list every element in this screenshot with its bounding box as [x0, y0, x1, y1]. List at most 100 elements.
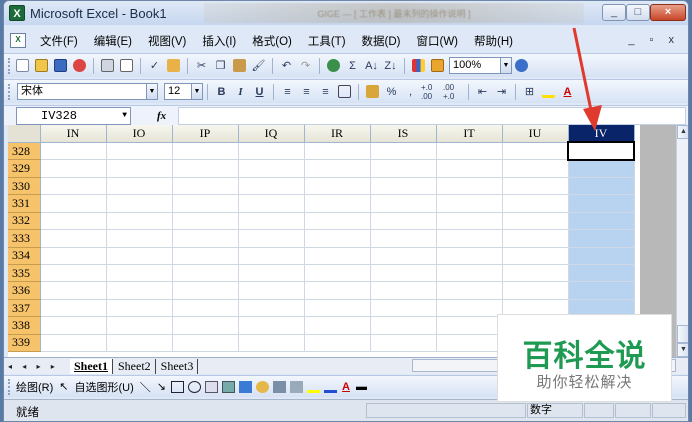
- cell[interactable]: [304, 229, 371, 248]
- cell[interactable]: [436, 142, 503, 161]
- cell[interactable]: [238, 177, 305, 196]
- scroll-down-icon[interactable]: ▼: [677, 343, 688, 357]
- cell[interactable]: [436, 177, 503, 196]
- comma-button[interactable]: ,: [402, 83, 419, 100]
- row-header[interactable]: 330: [8, 177, 41, 196]
- vertical-textbox-icon[interactable]: [222, 380, 235, 393]
- selected-cell[interactable]: [568, 264, 635, 283]
- cell[interactable]: [304, 159, 371, 178]
- cell[interactable]: [436, 334, 503, 353]
- insert-function-icon[interactable]: fx: [157, 110, 166, 122]
- borders-icon[interactable]: ⊞: [521, 83, 538, 100]
- vertical-scrollbar[interactable]: ▲ ▼: [676, 125, 688, 357]
- cell[interactable]: [106, 281, 173, 300]
- cell[interactable]: [172, 177, 239, 196]
- cell[interactable]: [40, 194, 107, 213]
- cell[interactable]: [40, 177, 107, 196]
- toolbar-grip[interactable]: [8, 83, 13, 100]
- cell[interactable]: [436, 299, 503, 318]
- selected-cell[interactable]: [568, 247, 635, 266]
- font-color-icon[interactable]: A: [342, 381, 350, 393]
- cell[interactable]: [238, 264, 305, 283]
- font-size-dropdown-icon[interactable]: ▼: [192, 83, 203, 100]
- cell[interactable]: [40, 316, 107, 335]
- cell[interactable]: [40, 142, 107, 161]
- align-center-icon[interactable]: ≡: [298, 83, 315, 100]
- row-header[interactable]: 329: [8, 159, 41, 178]
- cell[interactable]: [304, 212, 371, 231]
- cell[interactable]: [172, 247, 239, 266]
- new-icon[interactable]: [14, 57, 31, 74]
- cell[interactable]: [370, 264, 437, 283]
- menu-view[interactable]: 视图(V): [140, 33, 194, 49]
- cell[interactable]: [502, 247, 569, 266]
- spelling-icon[interactable]: ✓: [146, 57, 163, 74]
- wordart-icon[interactable]: [239, 380, 252, 393]
- bold-button[interactable]: B: [213, 83, 230, 100]
- row-header[interactable]: 336: [8, 281, 41, 300]
- cell[interactable]: [370, 299, 437, 318]
- format-painter-icon[interactable]: 🖌: [250, 57, 267, 74]
- copy-icon[interactable]: ❐: [212, 57, 229, 74]
- column-header[interactable]: IP: [172, 125, 239, 143]
- cell[interactable]: [172, 334, 239, 353]
- row-header[interactable]: 337: [8, 299, 41, 318]
- line-style-icon[interactable]: ▬: [356, 381, 367, 393]
- cell[interactable]: [370, 142, 437, 161]
- cell[interactable]: [238, 334, 305, 353]
- drawing-icon[interactable]: [429, 57, 446, 74]
- cell[interactable]: [436, 316, 503, 335]
- cell[interactable]: [106, 229, 173, 248]
- cell[interactable]: [238, 194, 305, 213]
- column-header[interactable]: IO: [106, 125, 173, 143]
- toolbar-grip[interactable]: [8, 57, 13, 74]
- arrow-icon[interactable]: ↘: [157, 380, 166, 393]
- cell[interactable]: [502, 159, 569, 178]
- menu-help[interactable]: 帮助(H): [466, 33, 521, 49]
- selected-cell[interactable]: [568, 212, 635, 231]
- row-header[interactable]: 333: [8, 229, 41, 248]
- font-dropdown-icon[interactable]: ▼: [147, 83, 158, 100]
- cell[interactable]: [106, 212, 173, 231]
- cell[interactable]: [436, 281, 503, 300]
- cell[interactable]: [172, 281, 239, 300]
- fill-color-icon[interactable]: [307, 381, 320, 393]
- italic-button[interactable]: I: [232, 83, 249, 100]
- cell[interactable]: [106, 299, 173, 318]
- help-icon[interactable]: [513, 57, 530, 74]
- select-all-corner[interactable]: [8, 125, 41, 143]
- redo-icon[interactable]: ↷: [297, 57, 314, 74]
- cell[interactable]: [40, 281, 107, 300]
- cell[interactable]: [106, 247, 173, 266]
- align-left-icon[interactable]: ≡: [279, 83, 296, 100]
- cell[interactable]: [370, 212, 437, 231]
- minimize-button[interactable]: _: [602, 4, 626, 21]
- cell[interactable]: [106, 316, 173, 335]
- clipart-icon[interactable]: [273, 380, 286, 393]
- cell[interactable]: [106, 264, 173, 283]
- oval-icon[interactable]: [188, 380, 201, 393]
- cell[interactable]: [370, 281, 437, 300]
- cell[interactable]: [436, 247, 503, 266]
- cell[interactable]: [172, 142, 239, 161]
- cell[interactable]: [304, 299, 371, 318]
- sort-descending-icon[interactable]: Z↓: [382, 57, 399, 74]
- selected-cell[interactable]: [568, 159, 635, 178]
- cell[interactable]: [502, 142, 569, 161]
- save-icon[interactable]: [52, 57, 69, 74]
- sheet-tab[interactable]: Sheet1: [70, 358, 113, 374]
- fill-color-icon[interactable]: [540, 83, 557, 100]
- research-icon[interactable]: [165, 57, 182, 74]
- print-icon[interactable]: [99, 57, 116, 74]
- cell[interactable]: [172, 264, 239, 283]
- cell[interactable]: [106, 194, 173, 213]
- increase-decimal-button[interactable]: +.0 .00: [421, 83, 441, 101]
- row-header[interactable]: 328: [8, 142, 41, 161]
- cell[interactable]: [172, 299, 239, 318]
- cell[interactable]: [172, 159, 239, 178]
- cell[interactable]: [436, 264, 503, 283]
- cell[interactable]: [304, 194, 371, 213]
- maximize-button[interactable]: □: [626, 4, 650, 21]
- cell[interactable]: [436, 194, 503, 213]
- formula-input[interactable]: [178, 106, 686, 125]
